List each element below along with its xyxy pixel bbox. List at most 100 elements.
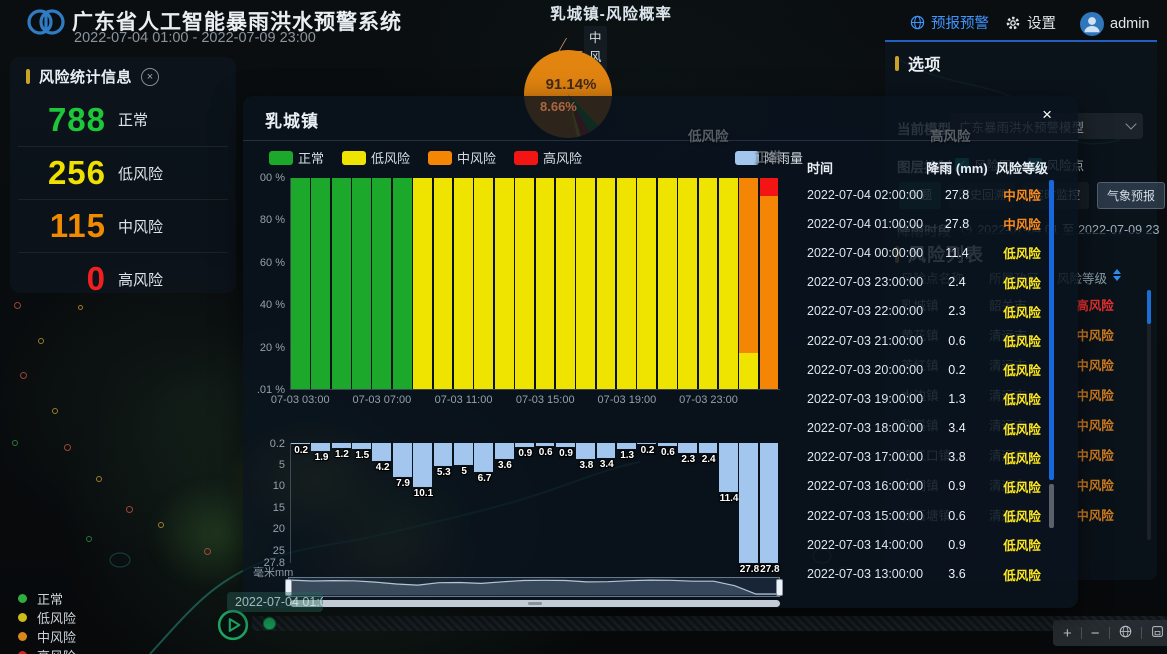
rain-bar-fill xyxy=(393,443,412,477)
sort-icon[interactable] xyxy=(1113,269,1121,281)
risk-list-scrollbar[interactable] xyxy=(1147,290,1151,324)
risk-bar xyxy=(434,178,454,389)
risk-bar-segment xyxy=(597,178,616,389)
pie-secondary-percent: 8.66% xyxy=(540,99,577,114)
datazoom-area xyxy=(291,580,777,595)
rain-bar-label: 3.6 xyxy=(498,460,512,471)
modal-table-row: 2022-07-03 22:00:002.3低风险 xyxy=(793,297,1049,326)
cell-rain: 0.9 xyxy=(925,538,989,552)
risk-bar-segment xyxy=(454,178,473,389)
chevron-down-icon xyxy=(1125,118,1136,129)
rain-bar: 4.2 xyxy=(372,443,392,563)
cell-level: 中风险 xyxy=(989,185,1055,204)
risk-bar xyxy=(536,178,556,389)
rain-bar-fill xyxy=(515,443,534,447)
rain-bar-label: 3.8 xyxy=(579,460,593,471)
header-date-range: 2022-07-04 01:00 - 2022-07-09 23:00 xyxy=(74,30,316,46)
rain-bar: 0.6 xyxy=(536,443,556,563)
rain-bar-label: 0.2 xyxy=(641,445,655,456)
modal-table-row: 2022-07-03 16:00:000.9低风险 xyxy=(793,472,1049,501)
risk-bar-segment xyxy=(739,353,758,389)
modal-table-col-0: 时间 xyxy=(807,158,925,177)
risk-bar-segment xyxy=(311,178,330,389)
gear-icon xyxy=(1005,15,1021,31)
risk-bar-segment xyxy=(393,178,412,389)
legend-item: 高风险 xyxy=(514,148,582,167)
risk-bar xyxy=(597,178,617,389)
timeline-current-dot[interactable] xyxy=(263,617,276,630)
horizontal-scrollbar[interactable] xyxy=(290,600,780,607)
modal-table-scrollbar[interactable] xyxy=(1049,180,1054,480)
modal-table: 时间降雨 (mm)风险等级 2022-07-04 02:00:0027.8中风险… xyxy=(793,154,1049,589)
nav-forecast[interactable]: 预报预警 xyxy=(910,12,989,33)
rain-bar-label: 1.5 xyxy=(355,450,369,461)
rain-bars: 0.21.91.21.54.27.910.15.356.73.60.90.60.… xyxy=(290,443,780,563)
rain-bar-fill xyxy=(760,443,779,563)
rain-bar: 0.6 xyxy=(658,443,678,563)
rain-bar-fill xyxy=(576,443,595,459)
risk-bar-segment xyxy=(719,178,738,389)
rain-bar-label: 0.6 xyxy=(539,447,553,458)
modal-table-row: 2022-07-03 13:00:003.6低风险 xyxy=(793,559,1049,588)
app-logo-icon xyxy=(26,6,66,43)
legend-label: 低风险 xyxy=(371,148,410,167)
risk-bar xyxy=(393,178,413,389)
risk-bar-segment xyxy=(739,178,758,353)
legend-dot xyxy=(18,632,27,641)
y-tick-label: 25 xyxy=(273,545,285,557)
timeline-bar[interactable] xyxy=(252,616,1167,631)
risk-point-marker xyxy=(78,305,83,310)
cell-rain: 27.8 xyxy=(925,217,989,231)
risk-bar xyxy=(352,178,372,389)
rain-bar-label: 27.8 xyxy=(740,564,759,575)
rain-bar: 0.2 xyxy=(291,443,311,563)
nav-settings[interactable]: 设置 xyxy=(1005,12,1056,33)
modal-risk-legend: 正常低风险中风险高风险 xyxy=(269,148,582,167)
rain-bar-fill xyxy=(678,443,697,453)
zoom-in-button[interactable]: + xyxy=(1063,626,1072,641)
stat-value: 788 xyxy=(30,101,106,139)
legend-dot xyxy=(18,594,27,603)
y-tick-label: 00 % xyxy=(260,172,285,184)
rain-bar-label: 2.4 xyxy=(702,454,716,465)
risk-point-marker xyxy=(52,408,58,414)
legend-label: 中风险 xyxy=(457,148,496,167)
y-tick-label: 0.2 xyxy=(270,438,285,450)
screenshot-button[interactable] xyxy=(1151,625,1164,641)
nav-user[interactable]: admin xyxy=(1080,12,1150,36)
pie-main-percent: 91.14% xyxy=(536,76,606,93)
zoom-out-button[interactable]: − xyxy=(1091,626,1100,641)
cell-rain: 3.6 xyxy=(925,567,989,581)
risk-bar xyxy=(332,178,352,389)
tab-3[interactable]: 气象预报 xyxy=(1097,182,1165,209)
basemap-globe-button[interactable] xyxy=(1119,625,1132,641)
pie-ghost-label: 高风险 xyxy=(930,125,971,145)
cell-level: 低风险 xyxy=(989,477,1055,496)
legend-label: 中风险 xyxy=(37,627,76,646)
cell-time: 2022-07-03 20:00:00 xyxy=(807,363,925,377)
risk-bar-segment xyxy=(352,178,371,389)
risk-bar xyxy=(454,178,474,389)
play-button[interactable] xyxy=(217,609,249,646)
user-name: admin xyxy=(1110,16,1150,32)
cell-time: 2022-07-03 19:00:00 xyxy=(807,392,925,406)
panel-accent-bar xyxy=(26,69,30,84)
close-icon[interactable]: × xyxy=(1042,105,1052,125)
rain-bar: 5.3 xyxy=(434,443,454,563)
datazoom-curve-graphic xyxy=(289,578,779,596)
stat-value: 256 xyxy=(30,154,106,192)
rain-bar-fill xyxy=(474,443,493,472)
y-tick-label: 40 % xyxy=(260,299,285,311)
risk-bar xyxy=(311,178,331,389)
datazoom-right-handle[interactable] xyxy=(776,579,783,596)
stat-value: 0 xyxy=(30,260,106,298)
rain-bar-fill xyxy=(617,443,636,449)
risk-bar xyxy=(372,178,392,389)
risk-bar xyxy=(291,178,311,389)
y-tick-label: 20 xyxy=(273,523,285,535)
close-icon[interactable]: × xyxy=(141,68,159,86)
rain-bar-label: 3.4 xyxy=(600,459,614,470)
datazoom-slider[interactable] xyxy=(288,577,780,597)
cell-rain: 2.3 xyxy=(925,304,989,318)
x-tick-label: 07-03 11:00 xyxy=(435,394,493,406)
